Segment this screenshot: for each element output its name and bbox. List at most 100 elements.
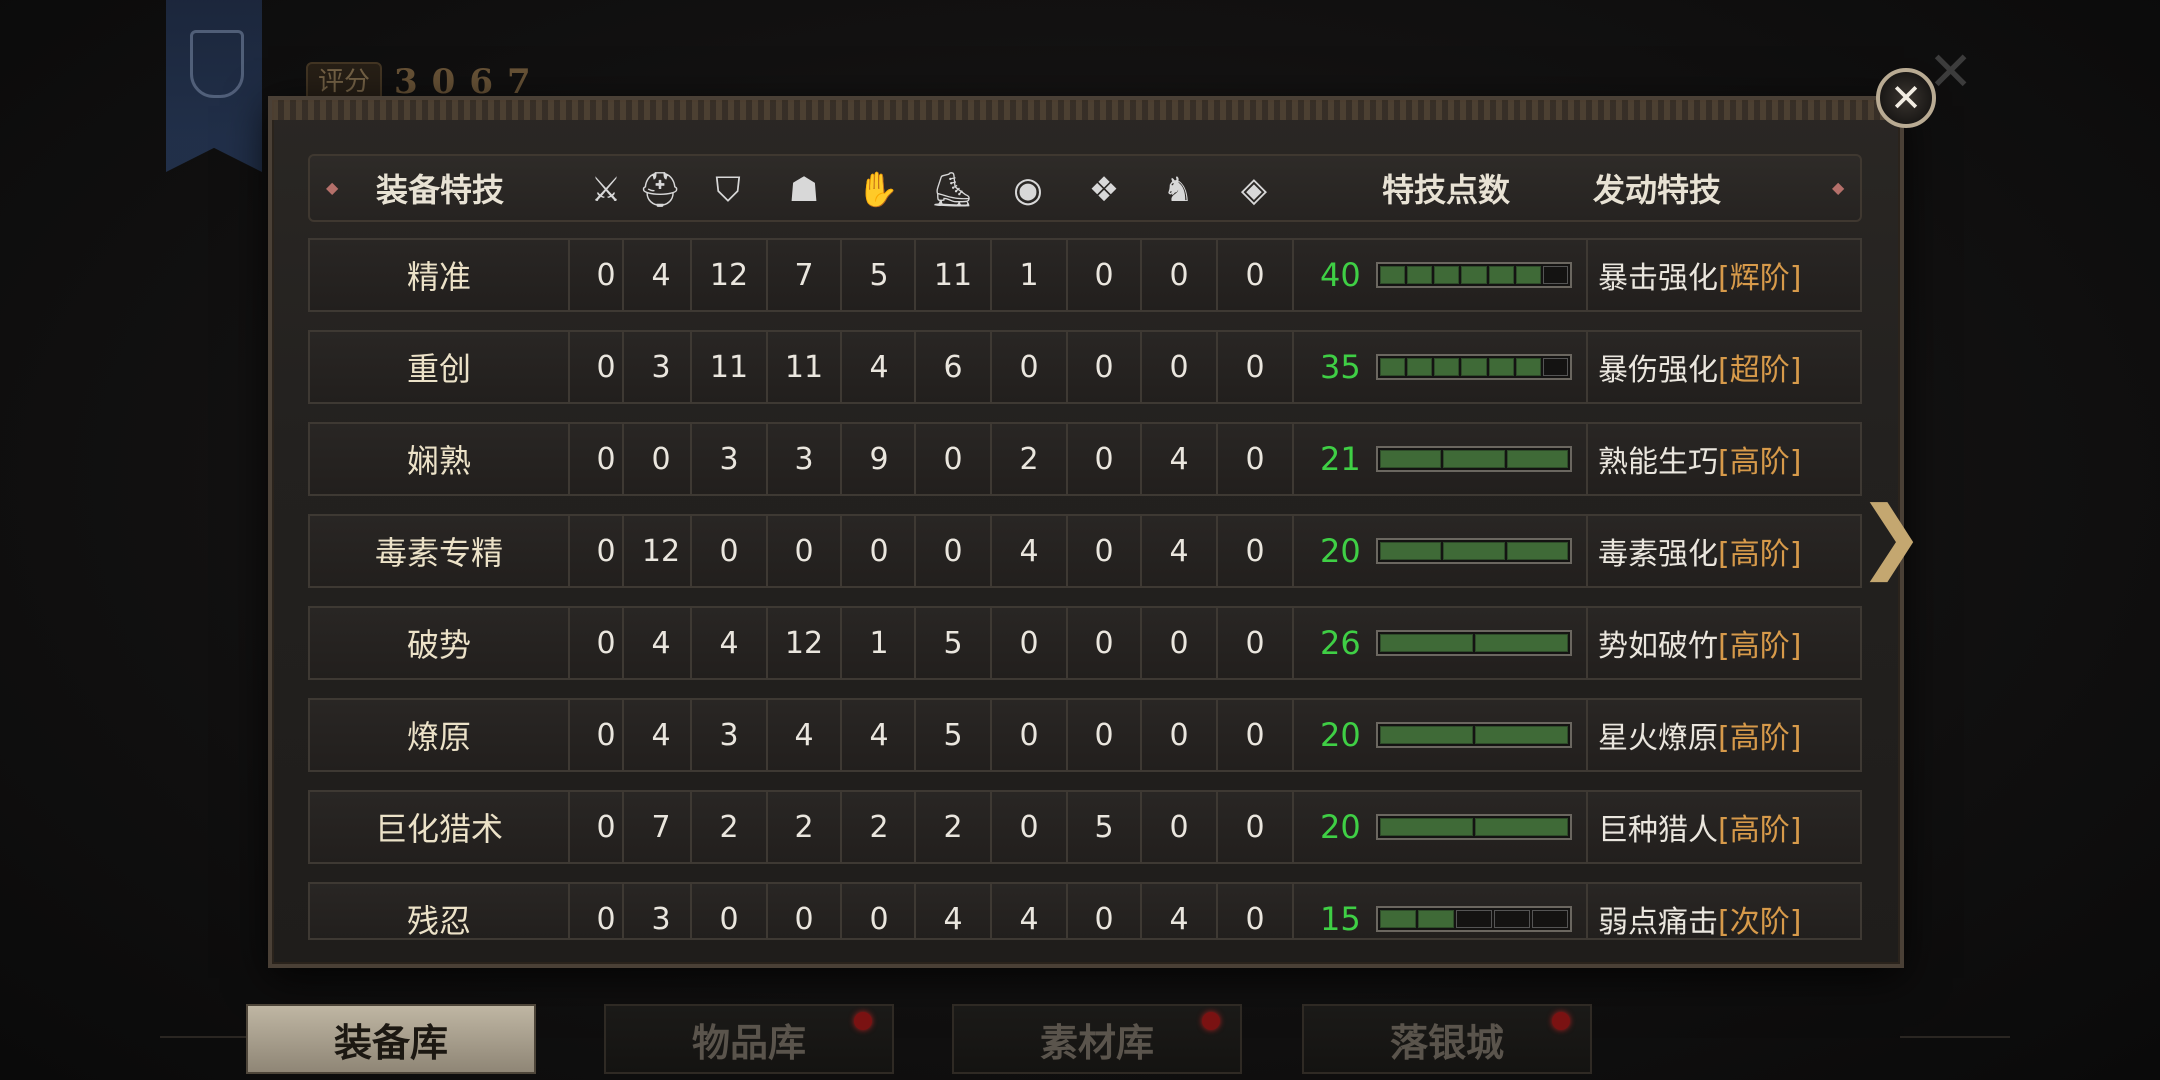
slot-value: 12: [766, 608, 840, 678]
skill-points-cell: 15: [1292, 884, 1586, 938]
skill-tier: [次阶]: [1718, 905, 1802, 940]
active-skill-cell: 巨种猎人 [高阶]: [1586, 792, 1860, 862]
slot-value: 5: [840, 240, 916, 310]
slot-value: 0: [990, 608, 1066, 678]
progress-segment: [1475, 634, 1568, 652]
pendant-icon: ❖: [1088, 170, 1120, 210]
progress-segment: [1434, 266, 1460, 284]
skill-tier: [高阶]: [1718, 537, 1802, 572]
slot-value: 0: [840, 516, 916, 586]
skill-tier: [高阶]: [1718, 721, 1802, 756]
skill-name: 娴熟: [406, 442, 471, 480]
tab-label: 落银城: [1389, 1019, 1504, 1065]
slot-value: 12: [622, 516, 698, 586]
slot-value: 3: [766, 424, 840, 494]
slot-value: 0: [622, 424, 698, 494]
slot-value: 4: [1140, 884, 1216, 938]
skill-progress-bar: [1376, 630, 1572, 656]
progress-segment: [1461, 358, 1487, 376]
progress-segment: [1380, 450, 1442, 468]
progress-segment: [1515, 358, 1541, 376]
active-skill-name: 熟能生巧: [1598, 445, 1718, 480]
progress-segment: [1407, 358, 1433, 376]
skill-points-value: 20: [1320, 716, 1361, 754]
active-skill-cell: 暴伤强化 [超阶]: [1586, 332, 1860, 402]
progress-segment: [1443, 542, 1505, 560]
progress-segment: [1407, 266, 1433, 284]
tab-items[interactable]: 物品库: [604, 1004, 894, 1074]
slot-value: 3: [690, 424, 766, 494]
table-row[interactable]: 燎原 0 4 3 4 4 5 0 0 0 0 20 星火燎原 [高阶]: [308, 698, 1862, 772]
progress-segment: [1515, 266, 1541, 284]
slot-value: 4: [622, 700, 698, 770]
slot-value: 4: [622, 608, 698, 678]
slot-value: 5: [1066, 792, 1140, 862]
slot-value: 0: [990, 332, 1066, 402]
slot-value: 9: [840, 424, 916, 494]
boot-icon: ⛸: [930, 170, 974, 210]
skill-points-value: 35: [1320, 348, 1361, 386]
header-equipment-skill: 装备特技: [375, 171, 504, 209]
table-row[interactable]: 巨化猎术 0 7 2 2 2 2 0 5 0 0 20 巨种猎人 [高阶]: [308, 790, 1862, 864]
guild-emblem-icon: [190, 30, 244, 98]
slot-value: 3: [690, 700, 766, 770]
slot-value: 0: [840, 884, 916, 938]
slot-value: 0: [990, 792, 1066, 862]
table-row[interactable]: 精准 0 4 12 7 5 11 1 0 0 0 40 暴击强化 [辉阶]: [308, 238, 1862, 312]
active-skill-name: 势如破竹: [1598, 629, 1718, 664]
table-row[interactable]: 娴熟 0 0 3 3 9 0 2 0 4 0 21 熟能生巧 [高阶]: [308, 422, 1862, 496]
skill-points-value: 20: [1320, 808, 1361, 846]
slot-value: 4: [690, 608, 766, 678]
skill-progress-bar: [1376, 814, 1572, 840]
slot-value: 3: [622, 332, 698, 402]
slot-value: 0: [1140, 332, 1216, 402]
tab-city[interactable]: 落银城: [1302, 1004, 1592, 1074]
close-button[interactable]: ✕: [1876, 68, 1936, 128]
slot-value: 4: [1140, 424, 1216, 494]
tab-materials[interactable]: 素材库: [952, 1004, 1242, 1074]
slot-value: 0: [1140, 792, 1216, 862]
active-skill-cell: 星火燎原 [高阶]: [1586, 700, 1860, 770]
notification-dot-icon: [854, 1012, 872, 1030]
progress-segment: [1488, 266, 1514, 284]
close-icon: ✕: [1890, 76, 1922, 120]
skill-tier: [高阶]: [1718, 813, 1802, 848]
slot-value: 2: [690, 792, 766, 862]
skill-tier: [高阶]: [1718, 445, 1802, 480]
table-row[interactable]: 毒素专精 0 12 0 0 0 0 4 0 4 0 20 毒素强化 [高阶]: [308, 514, 1862, 588]
tab-equipment[interactable]: 装备库: [246, 1004, 536, 1074]
progress-segment: [1488, 358, 1514, 376]
tab-label: 物品库: [691, 1019, 806, 1065]
next-page-arrow-icon[interactable]: ❯: [1857, 489, 1924, 582]
slot-value: 0: [1066, 240, 1140, 310]
slot-value: 0: [1140, 700, 1216, 770]
progress-segment: [1506, 450, 1568, 468]
skill-tier: [高阶]: [1718, 629, 1802, 664]
progress-segment: [1380, 358, 1406, 376]
skill-name: 巨化猎术: [374, 810, 503, 848]
active-skill-cell: 暴击强化 [辉阶]: [1586, 240, 1860, 310]
progress-segment: [1475, 818, 1568, 836]
panel-top-border: [272, 100, 1900, 120]
progress-segment: [1494, 910, 1530, 928]
slot-value: 4: [990, 884, 1066, 938]
slot-value: 0: [990, 700, 1066, 770]
table-row[interactable]: 重创 0 3 11 11 4 6 0 0 0 0 35 暴伤强化 [超阶]: [308, 330, 1862, 404]
table-row[interactable]: 破势 0 4 4 12 1 5 0 0 0 0 26 势如破竹 [高阶]: [308, 606, 1862, 680]
skill-name: 精准: [406, 258, 471, 296]
skill-name: 燎原: [406, 718, 471, 756]
header-active-skill: 发动特技: [1592, 171, 1721, 209]
skill-points-cell: 40: [1292, 240, 1586, 310]
skill-progress-bar: [1376, 538, 1572, 564]
progress-segment: [1475, 726, 1568, 744]
skill-name: 破势: [406, 626, 471, 664]
knight-icon: ♞: [1162, 170, 1194, 210]
progress-segment: [1380, 542, 1442, 560]
slot-value: 4: [622, 240, 698, 310]
slot-value: 4: [990, 516, 1066, 586]
skill-points-cell: 20: [1292, 516, 1586, 586]
table-row[interactable]: 残忍 0 3 0 0 0 4 4 0 4 0 15 弱点痛击 [次阶]: [308, 882, 1862, 940]
slot-value: 0: [1066, 516, 1140, 586]
active-skill-name: 暴击强化: [1598, 261, 1718, 296]
slot-value: 0: [690, 516, 766, 586]
